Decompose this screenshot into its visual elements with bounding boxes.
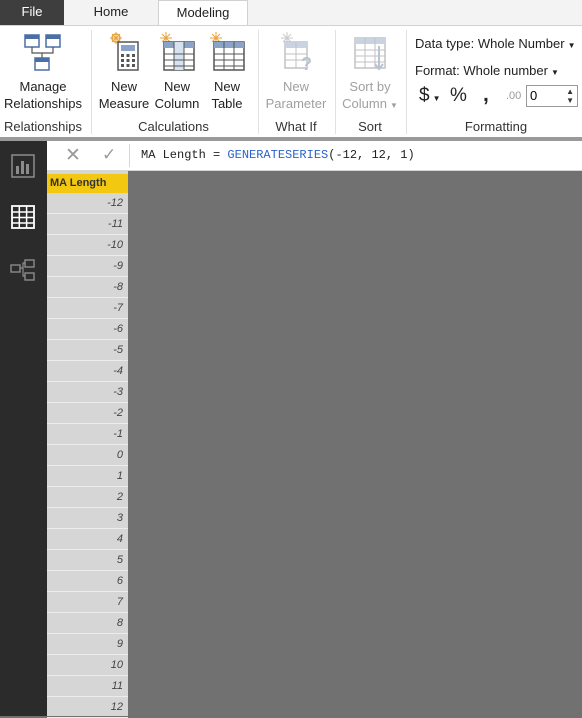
formula-args: (-12, 12, 1) — [328, 148, 415, 162]
svg-text:?: ? — [301, 54, 312, 74]
table-row[interactable]: 7 — [47, 592, 128, 613]
table-row[interactable]: 8 — [47, 613, 128, 634]
table-row[interactable]: -11 — [47, 214, 128, 235]
model-view-icon[interactable] — [10, 258, 36, 284]
new-column-icon — [160, 32, 195, 71]
group-separator — [91, 30, 92, 134]
group-separator — [258, 30, 259, 134]
decimal-places-value: 0 — [530, 88, 538, 103]
table-row[interactable]: 9 — [47, 634, 128, 655]
group-label-formatting: Formatting — [464, 119, 528, 134]
new-parameter-button[interactable]: ? New Parameter — [261, 32, 331, 112]
decimal-places-icon: .00 — [506, 90, 522, 102]
table-row[interactable]: 5 — [47, 550, 128, 571]
chevron-down-icon: ▼ — [567, 41, 576, 50]
currency-icon: $ — [419, 85, 430, 106]
table-row[interactable]: 12 — [47, 697, 128, 718]
tab-modeling[interactable]: Modeling — [158, 0, 248, 26]
table-row[interactable]: -8 — [47, 277, 128, 298]
view-sidebar — [0, 141, 47, 716]
calculator-icon — [110, 32, 139, 71]
decimal-places-stepper[interactable]: 0 ▲ ▼ — [526, 85, 578, 107]
group-label-what-if: What If — [275, 119, 317, 134]
new-column-label-2: Column — [154, 96, 200, 111]
table-row[interactable]: 11 — [47, 676, 128, 697]
cancel-formula-icon[interactable]: ✕ — [65, 144, 81, 167]
table-row[interactable]: -2 — [47, 403, 128, 424]
group-label-calculations: Calculations — [138, 119, 209, 134]
table-row[interactable]: -1 — [47, 424, 128, 445]
format-label: Format: Whole number — [415, 63, 548, 78]
data-type-dropdown[interactable]: Data type: Whole Number ▼ — [415, 36, 576, 51]
chevron-down-icon: ▼ — [389, 101, 398, 110]
manage-label-1: Manage — [19, 79, 67, 94]
new-column-label-1: New — [163, 79, 190, 94]
group-separator — [335, 30, 336, 134]
table-row[interactable]: -4 — [47, 361, 128, 382]
table-row[interactable]: -10 — [47, 235, 128, 256]
currency-button[interactable]: $ ▼ — [419, 85, 441, 107]
table-row[interactable]: -9 — [47, 256, 128, 277]
commit-formula-icon[interactable]: ✓ — [102, 145, 116, 165]
group-label-sort: Sort — [358, 119, 382, 134]
sort-by-column-button[interactable]: Sort by Column ▼ — [339, 32, 401, 114]
new-measure-label-1: New — [110, 79, 137, 94]
spinner-arrows-icon[interactable]: ▲ ▼ — [566, 87, 574, 105]
table-row[interactable]: 4 — [47, 529, 128, 550]
chevron-down-icon: ▼ — [432, 94, 441, 103]
table-row[interactable]: 2 — [47, 487, 128, 508]
manage-label-2: Relationships — [3, 96, 83, 111]
table-row[interactable]: -7 — [47, 298, 128, 319]
new-measure-label-2: Measure — [98, 96, 150, 111]
formula-input[interactable]: MA Length = GENERATESERIES(-12, 12, 1) — [141, 148, 415, 162]
chevron-down-icon: ▼ — [550, 68, 559, 77]
ribbon: Manage Relationships Relationships New M… — [0, 25, 582, 137]
format-dropdown[interactable]: Format: Whole number ▼ — [415, 63, 559, 78]
sort-icon — [354, 37, 386, 71]
tab-file[interactable]: File — [0, 0, 64, 25]
table-row[interactable]: 10 — [47, 655, 128, 676]
formula-bar: ✕ ✓ MA Length = GENERATESERIES(-12, 12, … — [47, 141, 582, 171]
sort-label-2: Column — [342, 96, 387, 111]
ribbon-tab-bar: File Home Modeling — [0, 0, 582, 26]
group-label-relationships: Relationships — [3, 119, 83, 134]
new-table-label-2: Table — [211, 96, 243, 111]
new-parameter-label-2: Parameter — [265, 96, 327, 111]
table-row[interactable]: -6 — [47, 319, 128, 340]
formula-prefix: MA Length = — [141, 148, 228, 162]
table-row[interactable]: -3 — [47, 382, 128, 403]
table-row[interactable]: -12 — [47, 193, 128, 214]
data-view-icon[interactable] — [10, 204, 36, 230]
table-row[interactable]: 0 — [47, 445, 128, 466]
report-view-icon[interactable] — [10, 153, 36, 179]
data-type-label: Data type: Whole Number — [415, 36, 565, 51]
percent-button[interactable]: % — [450, 85, 467, 107]
data-table: MA Length -12 -11 -10 -9 -8 -7 -6 -5 -4 -3 -2 -1 0 1 2… — [47, 170, 128, 718]
group-separator — [406, 30, 407, 134]
table-row[interactable]: 6 — [47, 571, 128, 592]
table-row[interactable]: 1 — [47, 466, 128, 487]
table-row[interactable]: -5 — [47, 340, 128, 361]
formula-separator — [129, 144, 130, 167]
tab-home[interactable]: Home — [64, 0, 158, 25]
sort-label-1: Sort by — [349, 79, 391, 94]
new-measure-button[interactable]: New Measure — [96, 32, 152, 112]
comma-button[interactable]: , — [483, 83, 489, 107]
new-table-icon — [210, 32, 245, 71]
new-table-label-1: New — [213, 79, 240, 94]
new-column-button[interactable]: New Column — [152, 32, 202, 112]
relationships-icon — [24, 34, 61, 71]
new-parameter-label-1: New — [282, 79, 309, 94]
formula-function: GENERATESERIES — [227, 148, 329, 162]
new-table-button[interactable]: New Table — [204, 32, 250, 112]
manage-relationships-button[interactable]: Manage Relationships — [2, 32, 84, 112]
table-row[interactable]: 3 — [47, 508, 128, 529]
column-header[interactable]: MA Length — [47, 174, 128, 193]
parameter-icon: ? — [281, 32, 312, 74]
